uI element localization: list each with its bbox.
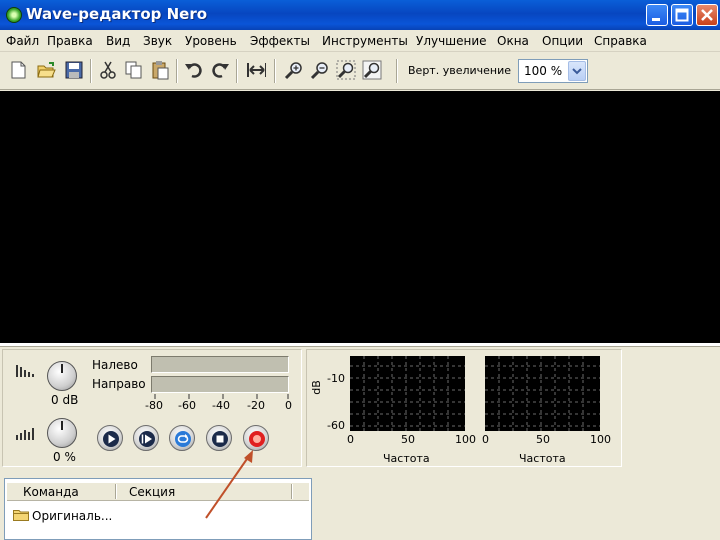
volume-knob[interactable] [47,361,77,391]
freq-axis-label: Частота [519,452,566,465]
column-command[interactable]: Команда [23,485,79,499]
command-list[interactable]: Команда Секция Оригиналь... [4,478,312,540]
menu-view[interactable]: Вид [106,34,130,48]
right-channel-label: Направо [92,377,146,391]
stop-icon [212,431,228,447]
meter-scale-label: -80 [145,399,163,412]
balance-knob[interactable] [47,418,77,448]
column-separator[interactable] [115,484,117,499]
meter-scale-label: -60 [178,399,196,412]
window-title: Wave-редактор Nero [26,5,208,23]
maximize-icon [675,8,689,22]
record-icon [249,431,265,447]
minimize-button[interactable] [646,4,668,26]
column-separator[interactable] [291,484,293,499]
vertical-zoom-value: 100 % [524,64,563,78]
volume-value: 0 dB [51,393,79,407]
zoom-fit-icon[interactable] [362,60,382,80]
toolbar-separator [274,59,276,83]
zoom-out-icon[interactable] [310,60,330,80]
meter-scale-label: -40 [212,399,230,412]
app-icon[interactable] [6,7,22,23]
menu-help[interactable]: Справка [594,34,647,48]
left-level-meter [151,356,289,373]
freq-tick-label: 50 [401,433,415,446]
redo-icon[interactable] [210,60,230,80]
menu-sound[interactable]: Звук [143,34,172,48]
db-tick-label: -10 [327,372,345,385]
maximize-button[interactable] [671,4,693,26]
menu-edit[interactable]: Правка [47,34,93,48]
menu-level[interactable]: Уровень [185,34,237,48]
copy-icon[interactable] [124,60,144,80]
spectrum-graph-right [485,356,600,431]
close-icon [701,9,713,21]
freq-tick-label: 0 [482,433,489,446]
balance-bars-icon [16,428,34,440]
zoom-in-icon[interactable] [284,60,304,80]
save-icon[interactable] [64,60,84,80]
select-all-icon[interactable] [246,60,266,80]
annotation-arrow [205,450,253,519]
menu-options[interactable]: Опции [542,34,583,48]
zoom-selection-icon[interactable] [336,60,356,80]
db-axis-label: dB [309,380,323,395]
open-folder-icon[interactable] [36,60,56,80]
toolbar-separator [176,59,178,83]
toolbar-separator [396,59,398,83]
new-file-icon[interactable] [8,60,28,80]
toolbar-separator [236,59,238,83]
loop-button[interactable] [169,425,195,451]
freq-tick-label: 0 [347,433,354,446]
dropdown-button[interactable] [568,61,586,81]
folder-icon [13,510,29,521]
meter-scale-label: 0 [285,399,292,412]
meter-scale-label: -20 [247,399,265,412]
play-selection-icon [139,431,155,447]
undo-icon[interactable] [184,60,204,80]
left-channel-label: Налево [92,358,138,372]
toolbar-separator [90,59,92,83]
freq-tick-label: 50 [536,433,550,446]
menu-effects[interactable]: Эффекты [250,34,310,48]
cut-icon[interactable] [98,60,118,80]
minimize-icon [652,18,660,21]
loop-icon [175,431,191,447]
menu-windows[interactable]: Окна [497,34,529,48]
paste-icon[interactable] [150,60,170,80]
list-header: Команда Секция [7,483,309,501]
right-level-meter [151,376,289,393]
menu-enhancement[interactable]: Улучшение [416,34,487,48]
vertical-zoom-select[interactable]: 100 % [518,59,588,83]
balance-value: 0 % [53,450,76,464]
list-item-label: Оригиналь... [32,509,113,523]
menu-tools[interactable]: Инструменты [322,34,408,48]
column-section[interactable]: Секция [129,485,175,499]
db-tick-label: -60 [327,419,345,432]
freq-axis-label: Частота [383,452,430,465]
vertical-zoom-label: Верт. увеличение [408,64,512,77]
menu-file[interactable]: Файл [6,34,39,48]
play-button[interactable] [97,425,123,451]
chevron-down-icon [572,68,582,75]
freq-tick-label: 100 [590,433,611,446]
volume-bars-icon [16,365,34,377]
play-selection-button[interactable] [133,425,159,451]
waveform-scrollbar[interactable] [0,343,720,347]
list-item[interactable]: Оригиналь... [13,509,112,523]
close-button[interactable] [696,4,718,26]
play-icon [103,431,119,447]
spectrum-graph-left [350,356,465,431]
waveform-display[interactable] [0,91,720,343]
freq-tick-label: 100 [455,433,476,446]
